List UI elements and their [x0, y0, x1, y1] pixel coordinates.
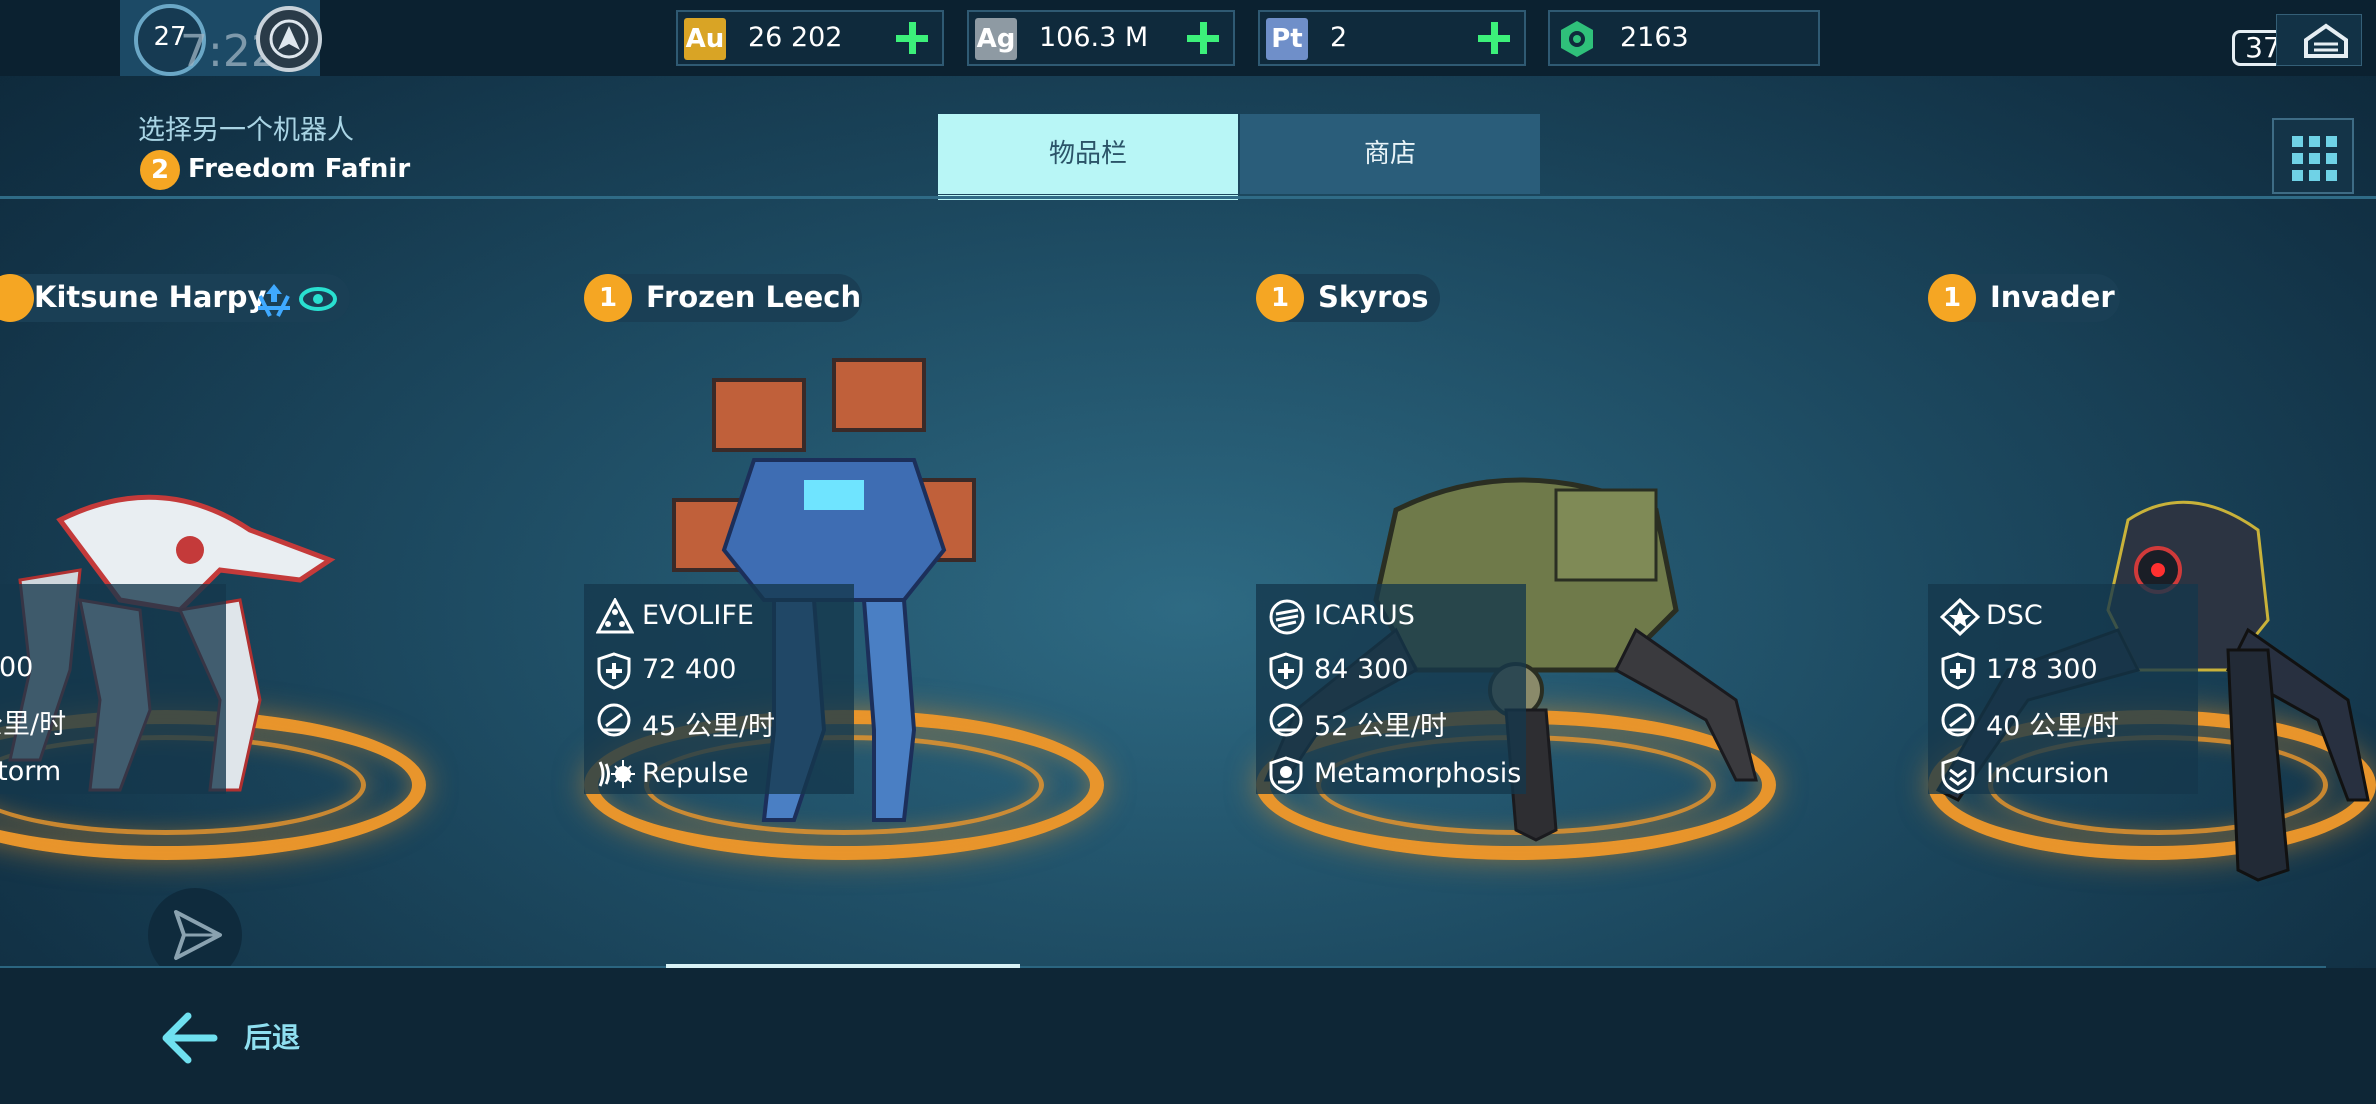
platinum-amount: 2 — [1330, 22, 1348, 53]
silver-amount: 106.3 M — [1039, 22, 1149, 53]
incursion-ability-icon — [1941, 756, 1975, 794]
header-divider — [0, 196, 2376, 199]
robot-name: Invader — [1990, 280, 2115, 314]
grid-view-icon[interactable] — [2272, 118, 2354, 194]
robot-speed: 40 公里/时 — [1986, 711, 2120, 742]
platinum-icon: Pt — [1266, 18, 1308, 60]
choose-another-robot-label: 选择另一个机器人 — [138, 115, 354, 146]
robot-ability: Incursion — [1986, 758, 2110, 789]
evolife-logo-icon — [596, 598, 634, 634]
robot-ability: restorm — [0, 756, 62, 787]
mail-icon[interactable] — [2275, 13, 2363, 67]
robot-name: Frozen Leech — [646, 280, 862, 314]
currency-silver: Ag 106.3 M — [967, 10, 1235, 66]
shield-icon — [1941, 652, 1975, 690]
shield-icon — [597, 652, 631, 690]
gold-amount: 26 202 — [748, 22, 843, 53]
currency-gold: Au 26 202 — [676, 10, 944, 66]
bottom-bar — [0, 968, 2376, 1104]
speedometer-icon — [1941, 703, 1975, 737]
add-gold-button[interactable] — [890, 16, 934, 60]
manufacturer: ICARUS — [1314, 600, 1415, 631]
add-silver-button[interactable] — [1181, 16, 1225, 60]
robot-stats: ICARUS 84 300 52 公里/时 Metamorphosis — [1256, 584, 1526, 794]
robot-ability: Repulse — [642, 758, 749, 789]
robot-hp: 72 400 — [642, 654, 737, 685]
robot-card-invader[interactable]: 1 Invader DSC 178 300 40 公里/时 Incursion — [1928, 270, 2376, 890]
selected-robot-name: Freedom Fafnir — [188, 154, 411, 184]
currency-keys: 2163 — [1548, 10, 1820, 66]
robot-card-frozen-leech[interactable]: 1 Frozen Leech EVOLIFE 72 400 45 公里/时 Re… — [584, 270, 1204, 890]
robot-hp: 84 300 — [1314, 654, 1409, 685]
back-arrow-icon[interactable] — [158, 1010, 218, 1066]
robot-card-skyros[interactable]: 1 Skyros ICARUS 84 300 52 公里/时 Metamorph… — [1256, 270, 1876, 890]
robot-speed: 52 公里/时 — [1314, 711, 1448, 742]
robot-rank-badge: 1 — [1928, 274, 1976, 322]
robot-hp: 178 300 — [1986, 654, 2098, 685]
repulse-ability-icon — [598, 760, 635, 788]
dsc-logo-icon — [1940, 598, 1980, 636]
robot-ability: Metamorphosis — [1314, 758, 1522, 789]
silver-icon: Ag — [975, 18, 1017, 60]
gem-icon — [1556, 18, 1598, 60]
selected-robot-rank: 2 — [140, 150, 180, 190]
manufacturer: EVOLIFE — [642, 600, 754, 631]
currency-platinum: Pt 2 — [1258, 10, 1526, 66]
eye-icon[interactable] — [298, 286, 338, 312]
upgrade-icon — [258, 284, 290, 317]
speedometer-icon — [597, 703, 631, 737]
manufacturer: DSC — [1986, 600, 2043, 631]
robot-hp: 0 000 — [0, 652, 34, 683]
tab-inventory[interactable]: 物品栏 — [938, 114, 1238, 200]
robot-rank-badge: 1 — [1256, 274, 1304, 322]
robot-stats: DSC 178 300 40 公里/时 Incursion — [1928, 584, 2198, 794]
robot-name: Kitsune Harpy — [34, 280, 267, 314]
add-platinum-button[interactable] — [1472, 16, 1516, 60]
speedometer-icon — [1269, 703, 1303, 737]
tab-shop[interactable]: 商店 — [1240, 114, 1540, 194]
robot-stats: EVOLIFE 72 400 45 公里/时 Repulse — [584, 584, 854, 794]
shield-icon — [1269, 652, 1303, 690]
metamorphosis-ability-icon — [1269, 756, 1303, 794]
robot-name: Skyros — [1318, 280, 1429, 314]
robot-rank-badge: 1 — [584, 274, 632, 322]
robot-speed: 45 公里/时 — [642, 711, 776, 742]
robot-speed: 公里/时 — [0, 709, 67, 740]
icarus-logo-icon — [1269, 599, 1305, 635]
robot-stats: SC 0 000 公里/时 restorm — [0, 584, 226, 794]
league-badge-icon[interactable] — [256, 6, 322, 72]
keys-amount: 2163 — [1620, 22, 1689, 53]
back-button[interactable]: 后退 — [244, 1016, 300, 1056]
robot-card-kitsune-harpy[interactable]: Kitsune Harpy SC 0 000 公里/时 restorm — [0, 270, 606, 890]
gold-icon: Au — [684, 18, 726, 60]
